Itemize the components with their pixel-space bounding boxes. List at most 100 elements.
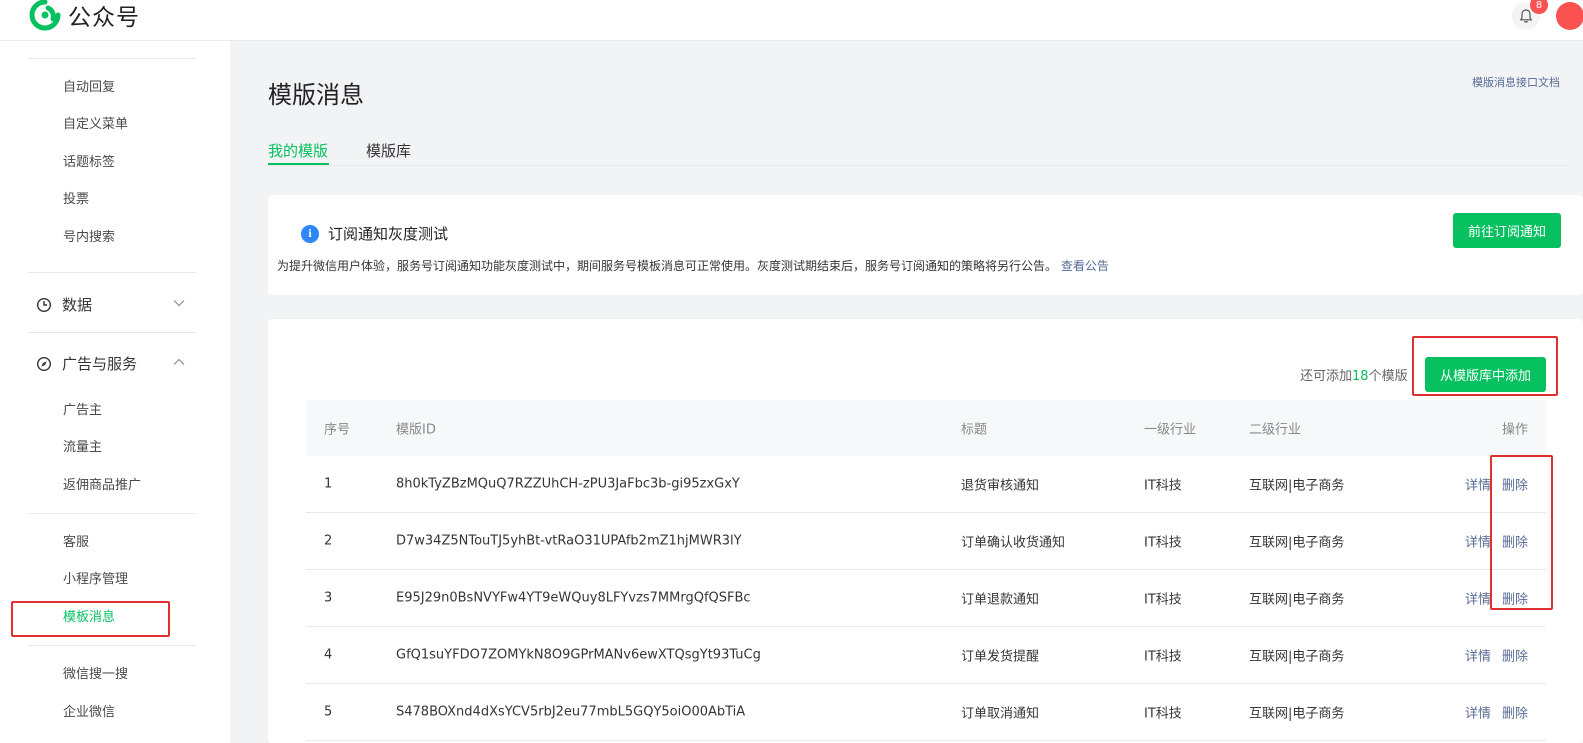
row-title: 订单确认收货通知	[961, 535, 1066, 551]
row-industry1: IT科技	[1144, 706, 1182, 722]
column-header-actions: 操作	[1501, 422, 1528, 438]
row-seq: 1	[324, 476, 333, 492]
detail-link[interactable]: 详情	[1465, 650, 1491, 665]
tabs-divider	[268, 165, 1568, 166]
column-header-industry2: 二级行业	[1249, 422, 1302, 438]
sidebar-item-topic-tags[interactable]: 话题标签	[63, 154, 115, 172]
table-row: 1 8h0kTyZBzMQuQ7RZZUhCH-zPU3JaFbc3b-gi95…	[306, 456, 1546, 513]
quota-prefix: 还可添加	[1300, 369, 1353, 384]
row-title: 订单发货提醒	[961, 649, 1040, 665]
row-title: 订单取消通知	[961, 706, 1040, 722]
table-row: 3 E95J29n0BsNVYFw4YT9eWQuy8LFYvzs7MMrgQf…	[306, 570, 1546, 627]
sidebar-item-auto-reply[interactable]: 自动回复	[63, 79, 115, 97]
row-industry2: 互联网|电子商务	[1249, 478, 1345, 494]
row-template-id: E95J29n0BsNVYFw4YT9eWQuy8LFYvzs7MMrgQfQS…	[396, 590, 751, 606]
column-header-seq: 序号	[324, 422, 351, 438]
row-industry2: 互联网|电子商务	[1249, 535, 1345, 551]
column-header-template-id: 模版ID	[396, 422, 436, 438]
sidebar-item-custom-menu[interactable]: 自定义菜单	[63, 116, 128, 134]
quota-text: 还可添加18个模版	[1300, 365, 1408, 384]
wechat-official-logo-icon	[29, 0, 61, 31]
highlight-box-delete	[1490, 455, 1553, 610]
row-template-id: S478BOXnd4dXsYCV5rbJ2eu77mbL5GQY5oiO00Ab…	[396, 704, 746, 720]
delete-link[interactable]: 删除	[1502, 650, 1528, 665]
detail-link[interactable]: 详情	[1465, 707, 1491, 722]
avatar[interactable]	[1556, 2, 1583, 30]
row-seq: 2	[324, 533, 333, 549]
notification-badge: 8	[1530, 0, 1548, 14]
row-template-id: GfQ1suYFDO7ZOMYkN8O9GPrMANv6ewXTQsgYt93T…	[396, 647, 761, 663]
row-industry1: IT科技	[1144, 649, 1182, 665]
template-list-card: 还可添加18个模版 从模版库中添加 序号 模版ID 标题 一级行业 二级行业 操…	[268, 319, 1583, 743]
top-bar: 公众号 8	[0, 0, 1583, 41]
notice-description: 为提升微信用户体验，服务号订阅通知功能灰度测试中，期间服务号模板消息可正常使用。…	[277, 257, 1109, 274]
table-row: 2 D7w34Z5NTouTJ5yhBt-vtRaO31UPAfb2mZ1hjM…	[306, 513, 1546, 570]
table-row: 5 S478BOXnd4dXsYCV5rbJ2eu77mbL5GQY5oiO00…	[306, 684, 1546, 741]
sidebar-divider	[28, 645, 196, 646]
table-row: 4 GfQ1suYFDO7ZOMYkN8O9GPrMANv6ewXTQsgYt9…	[306, 627, 1546, 684]
compass-icon	[36, 356, 52, 371]
chevron-up-icon[interactable]	[172, 355, 186, 369]
highlight-box-sidebar	[11, 601, 170, 637]
clock-icon	[36, 297, 52, 312]
template-doc-link[interactable]: 模版消息接口文档	[1472, 74, 1560, 90]
sidebar-item-advertiser[interactable]: 广告主	[63, 402, 102, 420]
row-seq: 3	[324, 590, 333, 606]
sidebar-divider	[28, 272, 196, 273]
detail-link[interactable]: 详情	[1465, 536, 1491, 551]
sidebar-item-commission-promo[interactable]: 返佣商品推广	[63, 477, 141, 495]
sidebar: 自动回复 自定义菜单 话题标签 投票 号内搜索 数据 广告与服务 广告主 流量主…	[0, 41, 230, 743]
column-header-industry1: 一级行业	[1144, 422, 1197, 438]
row-industry2: 互联网|电子商务	[1249, 649, 1345, 665]
sidebar-item-account-search[interactable]: 号内搜索	[63, 229, 115, 247]
detail-link[interactable]: 详情	[1465, 479, 1491, 494]
row-template-id: D7w34Z5NTouTJ5yhBt-vtRaO31UPAfb2mZ1hjMWR…	[396, 533, 742, 549]
sidebar-divider	[28, 332, 196, 333]
row-industry1: IT科技	[1144, 535, 1182, 551]
active-tab-indicator	[268, 163, 329, 165]
row-template-id: 8h0kTyZBzMQuQ7RZZUhCH-zPU3JaFbc3b-gi95zx…	[396, 476, 740, 492]
row-title: 订单退款通知	[961, 592, 1040, 608]
sidebar-group-ads-services[interactable]: 广告与服务	[36, 353, 137, 374]
sidebar-divider	[28, 513, 196, 514]
column-header-title: 标题	[961, 422, 988, 438]
quota-count: 18	[1352, 369, 1369, 384]
row-seq: 5	[324, 704, 333, 720]
detail-link[interactable]: 详情	[1465, 593, 1491, 608]
row-actions: 详情 删除	[1465, 646, 1528, 665]
page-title: 模版消息	[268, 81, 364, 109]
notice-title: 订阅通知灰度测试	[328, 225, 449, 243]
notice-text: 为提升微信用户体验，服务号订阅通知功能灰度测试中，期间服务号模板消息可正常使用。…	[277, 259, 1058, 273]
view-announcement-link[interactable]: 查看公告	[1061, 259, 1109, 273]
notice-card: i 订阅通知灰度测试 为提升微信用户体验，服务号订阅通知功能灰度测试中，期间服务…	[268, 195, 1583, 295]
sidebar-divider	[28, 58, 196, 59]
row-title: 退货审核通知	[961, 478, 1040, 494]
sidebar-item-mini-program[interactable]: 小程序管理	[63, 571, 128, 589]
delete-link[interactable]: 删除	[1502, 707, 1528, 722]
notice-header: i 订阅通知灰度测试	[301, 223, 448, 244]
logo-text: 公众号	[68, 5, 140, 31]
row-industry2: 互联网|电子商务	[1249, 592, 1345, 608]
tab-template-library[interactable]: 模版库	[366, 140, 411, 161]
row-actions: 详情 删除	[1465, 703, 1528, 722]
sidebar-group-data[interactable]: 数据	[36, 294, 92, 315]
sidebar-item-publisher[interactable]: 流量主	[63, 439, 102, 457]
highlight-box-add	[1412, 336, 1558, 396]
row-industry2: 互联网|电子商务	[1249, 706, 1345, 722]
row-industry1: IT科技	[1144, 592, 1182, 608]
sidebar-item-vote[interactable]: 投票	[63, 191, 89, 209]
template-table: 序号 模版ID 标题 一级行业 二级行业 操作 1 8h0kTyZBzMQuQ7…	[306, 400, 1546, 741]
table-header: 序号 模版ID 标题 一级行业 二级行业 操作	[306, 400, 1546, 456]
chevron-down-icon[interactable]	[172, 296, 186, 310]
sidebar-item-customer-service[interactable]: 客服	[63, 534, 89, 552]
logo[interactable]: 公众号	[28, 0, 140, 31]
info-icon: i	[301, 224, 319, 243]
sidebar-group-label: 广告与服务	[62, 355, 138, 373]
quota-suffix: 个模版	[1368, 369, 1408, 384]
sidebar-item-wechat-search[interactable]: 微信搜一搜	[63, 666, 128, 684]
goto-subscription-button[interactable]: 前往订阅通知	[1453, 213, 1561, 248]
row-industry1: IT科技	[1144, 478, 1182, 494]
row-seq: 4	[324, 647, 333, 663]
sidebar-item-wecom[interactable]: 企业微信	[63, 704, 115, 722]
tab-my-templates[interactable]: 我的模版	[268, 140, 328, 161]
